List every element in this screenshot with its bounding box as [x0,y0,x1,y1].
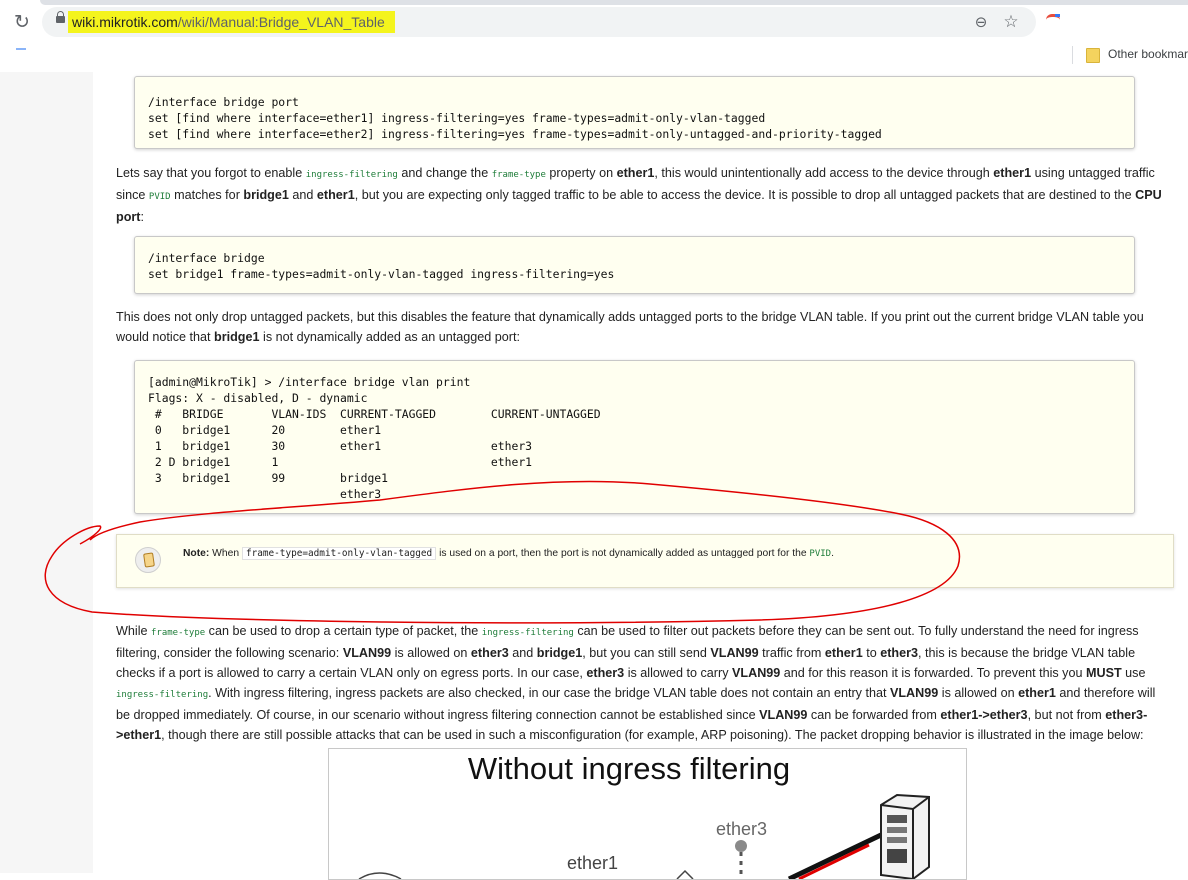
note-text: Note: When frame-type=admit-only-vlan-ta… [183,547,834,560]
note-label: Note: [183,548,210,559]
wiki-sidebar [0,72,94,873]
url-text[interactable]: wiki.mikrotik.com/wiki/Manual:Bridge_VLA… [68,11,395,33]
reload-icon[interactable]: ↻ [12,12,32,32]
folder-icon[interactable] [1086,48,1100,63]
note-box: Note: When frame-type=admit-only-vlan-ta… [116,534,1174,588]
lock-icon[interactable] [56,11,65,23]
star-icon[interactable]: ☆ [1002,12,1020,32]
host-outline [358,872,402,879]
paragraph-ingress-filtering-scenario: While frame-type can be used to drop a c… [116,624,1156,742]
extension-icon[interactable] [1046,14,1060,23]
code-block-bridge-port: /interface bridge port set [find where i… [134,76,1135,149]
inline-code: frame-type [151,628,206,638]
server-link [787,832,883,879]
ingress-filtering-diagram: Without ingress filtering ether3 ether1 [328,748,967,880]
url-path: /wiki/Manual:Bridge_VLAN_Table [177,14,385,30]
browser-toolbar: ↻ wiki.mikrotik.com/wiki/Manual:Bridge_V… [0,0,1188,72]
other-bookmarks-label[interactable]: Other bookmar [1108,47,1188,61]
diagram-label-ether3: ether3 [716,819,768,839]
inline-code: ingress-filtering [116,690,209,700]
apps-shortcut-icon[interactable] [16,48,26,50]
note-icon [135,547,161,573]
inline-code: PVID [809,549,832,559]
inline-code: frame-type [491,170,546,180]
inline-code: ingress-filtering [481,628,574,638]
bookmarks-divider [1072,46,1073,64]
paragraph-untagged-drop: This does not only drop untagged packets… [116,310,1144,344]
ether3-port-dot [735,840,747,852]
address-bar[interactable]: wiki.mikrotik.com/wiki/Manual:Bridge_VLA… [42,7,1036,37]
traffic-arrow [798,843,870,879]
article-content: /interface bridge port set [find where i… [93,72,1188,880]
switch-outline [676,869,694,879]
inline-code: PVID [148,192,171,202]
note-inline-code: frame-type=admit-only-vlan-tagged [241,547,437,560]
diagram-title: Without ingress filtering [467,751,791,786]
code-block-bridge-frame-types: /interface bridge set bridge1 frame-type… [134,236,1135,294]
zoom-icon[interactable]: ⊖ [972,13,990,31]
tab-strip [40,0,1188,5]
inline-code: ingress-filtering [305,170,398,180]
server-icon [880,793,930,879]
code-block-vlan-print: [admin@MikroTik] > /interface bridge vla… [134,360,1135,514]
paragraph-forgot-ingress-filtering: Lets say that you forgot to enable ingre… [116,166,1162,224]
diagram-label-ether1: ether1 [567,853,619,873]
url-host: wiki.mikrotik.com [72,14,178,30]
